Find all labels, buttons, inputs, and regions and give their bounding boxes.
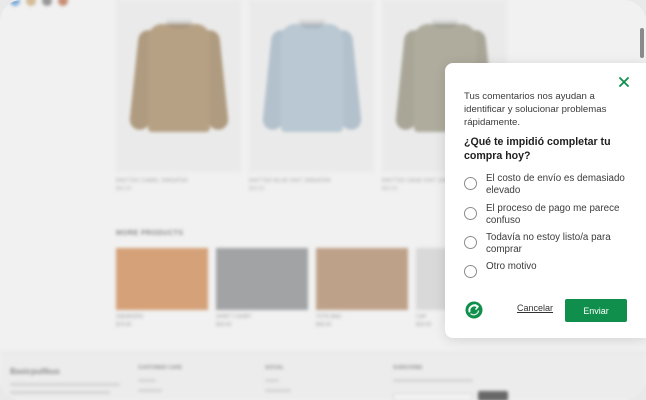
survey-option-label: Todavía no estoy listo/a para comprar xyxy=(486,232,611,255)
close-icon[interactable] xyxy=(616,74,632,90)
cancel-button[interactable]: Cancelar xyxy=(517,303,553,313)
survey-option[interactable]: Todavía no estoy listo/a para comprar xyxy=(464,232,626,256)
survey-question: ¿Qué te impidió completar tu compra hoy? xyxy=(464,136,611,162)
submit-button[interactable]: Enviar xyxy=(565,299,627,322)
survey-option-label: Otro motivo xyxy=(486,261,537,272)
radio-button[interactable] xyxy=(464,236,477,249)
screen-frame: KNITTED CAMEL SWEATER $59.00 KNITTED BLU… xyxy=(0,0,646,400)
survey-option[interactable]: El proceso de pago me parece confuso xyxy=(464,203,626,227)
scrollbar[interactable] xyxy=(640,28,644,58)
radio-button[interactable] xyxy=(464,207,477,220)
survey-option-label: El proceso de pago me parece confuso xyxy=(486,203,620,226)
survey-option-label: El costo de envío es demasiado elevado xyxy=(486,173,625,196)
radio-button[interactable] xyxy=(464,177,477,190)
survey-option[interactable]: Otro motivo xyxy=(464,261,626,278)
survey-intro: Tus comentarios nos ayudan a identificar… xyxy=(464,91,607,128)
survey-logo-icon xyxy=(465,301,483,319)
feedback-survey-popup: Tus comentarios nos ayudan a identificar… xyxy=(445,63,646,338)
survey-option[interactable]: El costo de envío es demasiado elevado xyxy=(464,173,626,197)
radio-button[interactable] xyxy=(464,265,477,278)
